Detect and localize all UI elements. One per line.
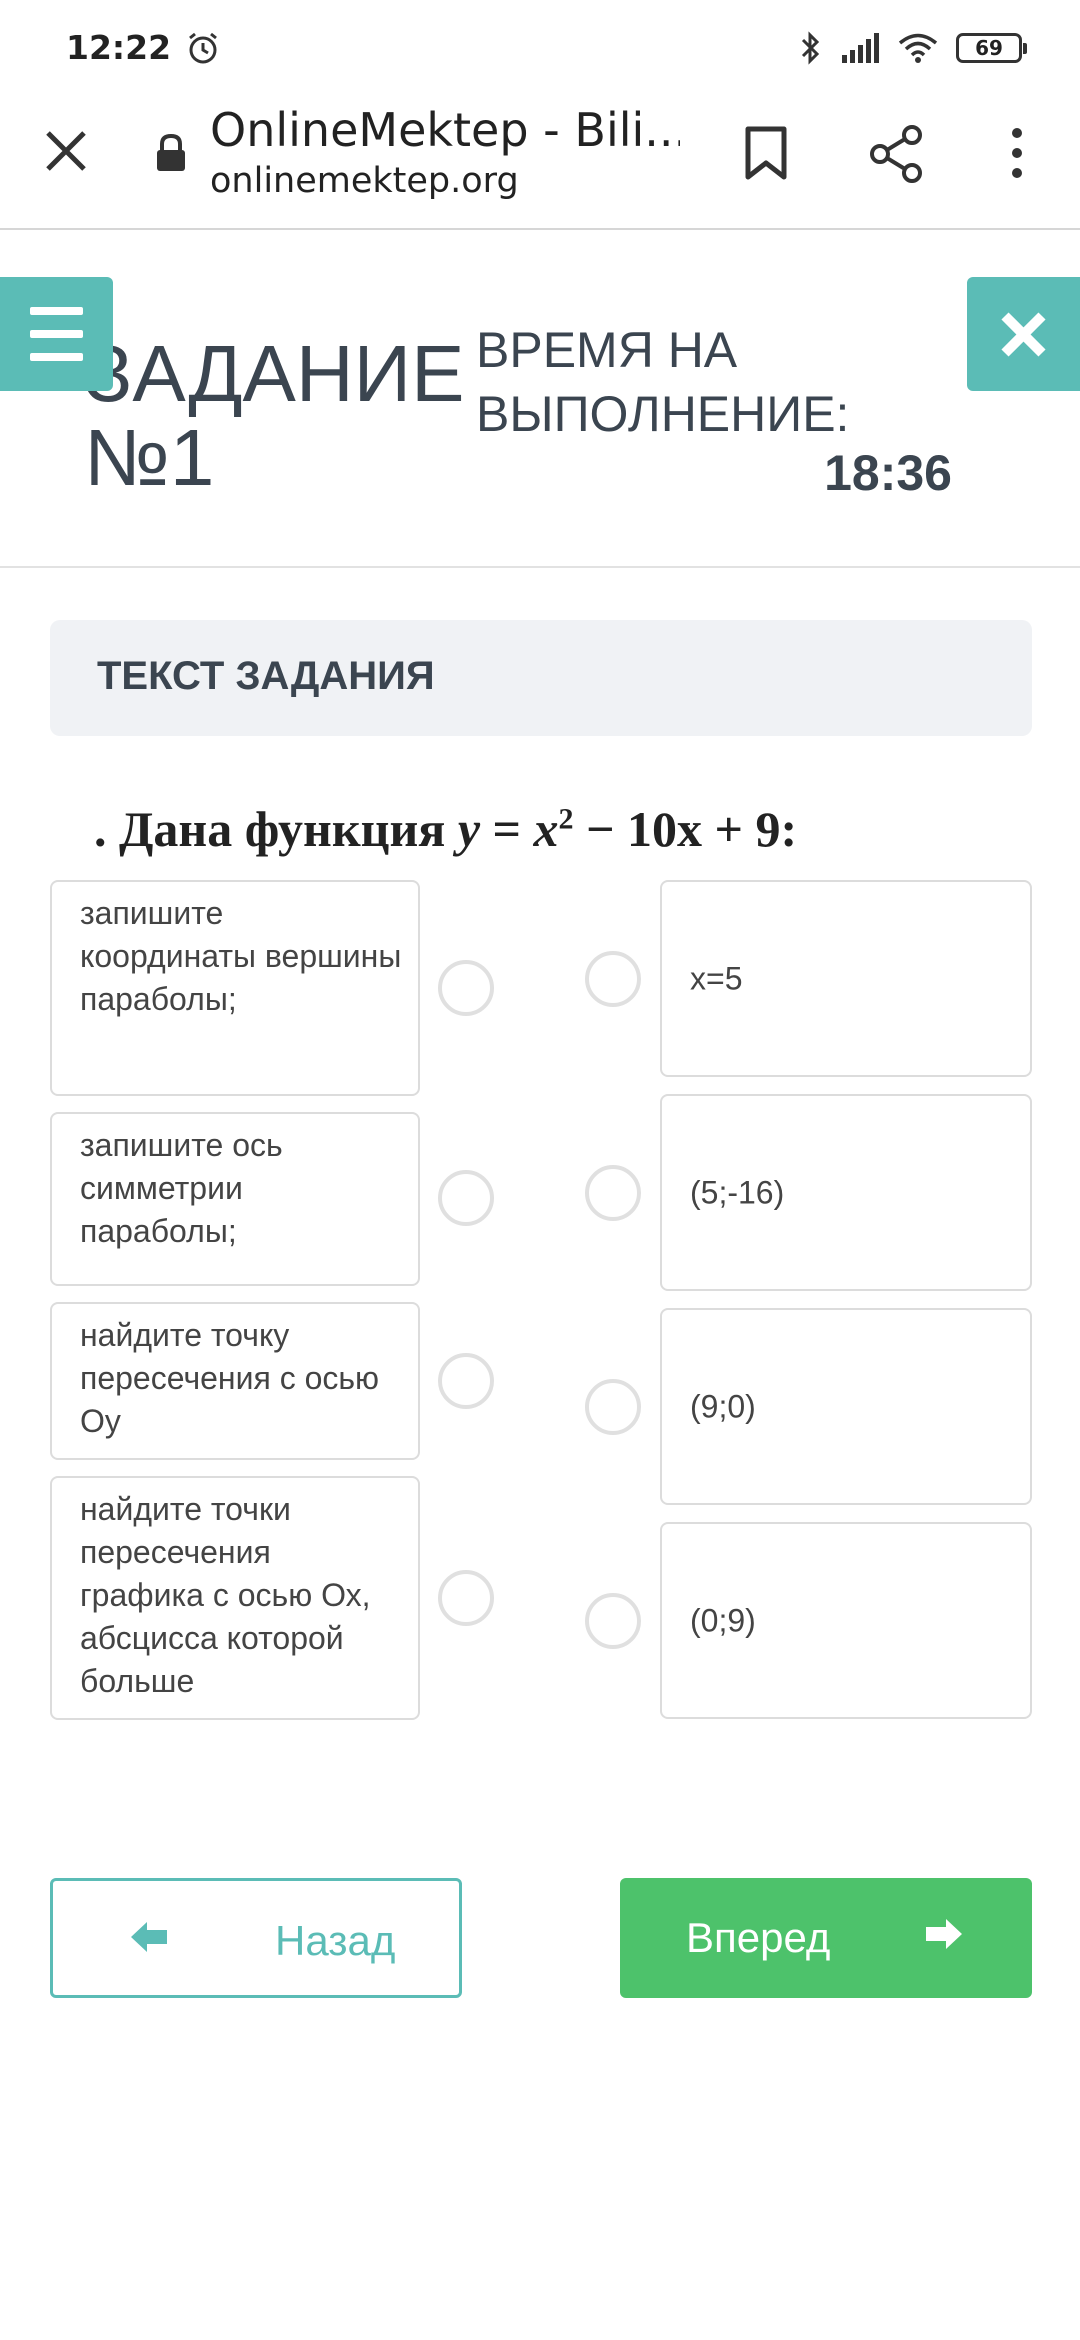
bookmark-icon[interactable] bbox=[742, 125, 790, 181]
alarm-icon bbox=[189, 32, 217, 63]
timer-value: 18:36 bbox=[824, 445, 952, 501]
answer-radio[interactable] bbox=[585, 1593, 641, 1649]
problem-equals: = bbox=[480, 801, 534, 857]
problem-prefix: . Дана функция bbox=[94, 801, 458, 857]
browser-toolbar: OnlineMektep - Bili... onlinemektep.org bbox=[0, 95, 1080, 230]
task-text-section: ТЕКСТ ЗАДАНИЯ bbox=[50, 620, 1032, 736]
answer-card[interactable]: (9;0) bbox=[660, 1308, 1032, 1505]
answer-radio[interactable] bbox=[585, 951, 641, 1007]
share-icon[interactable] bbox=[868, 125, 924, 183]
problem-var-y: y bbox=[457, 801, 481, 857]
back-button[interactable]: Назад bbox=[50, 1878, 462, 1998]
answer-text: (0;9) bbox=[690, 1602, 756, 1638]
exit-button[interactable] bbox=[967, 277, 1080, 391]
page-url[interactable]: onlinemektep.org bbox=[210, 161, 519, 201]
hamburger-icon bbox=[30, 307, 83, 361]
answer-text: (5;-16) bbox=[690, 1174, 785, 1210]
task-header: ЗАДАНИЕ №1 ВРЕМЯ НА ВЫПОЛНЕНИЕ: 18:36 bbox=[0, 232, 1080, 568]
answer-text: (9;0) bbox=[690, 1388, 756, 1424]
question-radio[interactable] bbox=[438, 1570, 494, 1626]
question-card[interactable]: запишите ось симметрии параболы; bbox=[50, 1112, 420, 1286]
status-bar: 12:22 69 bbox=[0, 0, 1080, 95]
answer-radio[interactable] bbox=[585, 1379, 641, 1435]
next-button[interactable]: Вперед bbox=[620, 1878, 1032, 1998]
answer-card[interactable]: (5;-16) bbox=[660, 1094, 1032, 1291]
question-radio[interactable] bbox=[438, 1170, 494, 1226]
question-text: запишите координаты вершины параболы; bbox=[80, 895, 402, 1017]
close-icon[interactable] bbox=[40, 125, 92, 177]
close-icon bbox=[1001, 312, 1046, 357]
problem-exponent: 2 bbox=[558, 802, 574, 836]
battery-level: 69 bbox=[975, 35, 1003, 60]
signal-icon bbox=[842, 32, 879, 63]
question-card[interactable]: найдите точки пересечения графика с осью… bbox=[50, 1476, 420, 1720]
question-text: найдите точки пересечения графика с осью… bbox=[80, 1491, 371, 1699]
question-radio[interactable] bbox=[438, 960, 494, 1016]
menu-button[interactable] bbox=[0, 277, 113, 391]
back-button-label: Назад bbox=[275, 1917, 396, 1964]
question-card[interactable]: запишите координаты вершины параболы; bbox=[50, 880, 420, 1096]
answer-radio[interactable] bbox=[585, 1165, 641, 1221]
battery-indicator: 69 bbox=[956, 32, 1027, 63]
task-number: ЗАДАНИЕ №1 bbox=[84, 329, 465, 502]
section-heading: ТЕКСТ ЗАДАНИЯ bbox=[97, 654, 435, 698]
lock-icon bbox=[157, 133, 185, 171]
more-options-icon[interactable] bbox=[1005, 125, 1029, 181]
problem-statement: . Дана функция y = x2 − 10x + 9: bbox=[94, 800, 797, 858]
question-card[interactable]: найдите точку пересечения с осью Оу bbox=[50, 1302, 420, 1460]
question-text: найдите точку пересечения с осью Оу bbox=[80, 1317, 380, 1439]
status-time: 12:22 bbox=[66, 28, 172, 67]
question-text: запишите ось симметрии параболы; bbox=[80, 1127, 283, 1249]
answer-card[interactable]: x=5 bbox=[660, 880, 1032, 1077]
next-button-label: Вперед bbox=[686, 1914, 831, 1961]
arrow-right-icon bbox=[926, 1919, 962, 1949]
answer-card[interactable]: (0;9) bbox=[660, 1522, 1032, 1719]
wifi-icon bbox=[898, 33, 938, 63]
question-radio[interactable] bbox=[438, 1353, 494, 1409]
problem-rest: − 10x + 9: bbox=[573, 801, 798, 857]
problem-var-x: x bbox=[533, 801, 559, 857]
arrow-left-icon bbox=[131, 1922, 167, 1952]
answer-text: x=5 bbox=[690, 960, 743, 996]
page-title[interactable]: OnlineMektep - Bili... bbox=[210, 103, 680, 157]
time-label: ВРЕМЯ НА ВЫПОЛНЕНИЕ: bbox=[476, 322, 850, 442]
bluetooth-icon bbox=[801, 30, 820, 65]
